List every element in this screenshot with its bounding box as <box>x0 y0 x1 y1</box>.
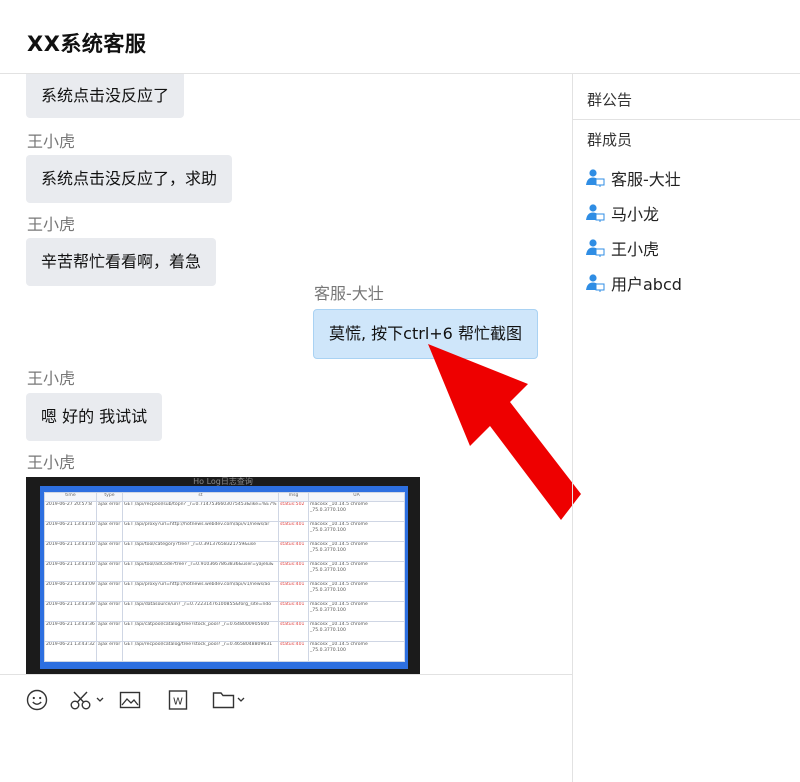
column-header: st <box>122 492 279 502</box>
user-icon <box>586 169 605 187</box>
svg-text:W: W <box>173 697 183 708</box>
log-table-row: 2019-06-21 13:43:36 ajax error GET /api/ca… <box>44 621 405 642</box>
group-members-heading: 群成员 <box>587 131 633 149</box>
log-table-cell: macosx _10.14.5 chrome _75.0.3770.100 <box>308 601 405 622</box>
log-table-cell: status:401 <box>278 581 309 602</box>
log-table-cell: GET /api/tool/category?tree? _r=0.391376… <box>122 541 279 562</box>
message-sender: 王小虎 <box>27 453 76 472</box>
log-table-row: 2019-06-21 13:43:39 ajax error GET /api/da… <box>44 601 405 622</box>
log-table-cell: 2019-06-21 13:43:32 <box>44 641 97 662</box>
log-table-cell: GET /api/proxy?url=http://hotnews.webdev… <box>122 521 279 542</box>
group-sidebar: 群公告 群成员 客服-大壮 马小龙 王小虎 用户abcd <box>572 74 800 782</box>
log-table-cell: status:502 <box>278 501 309 522</box>
log-table-cell: ajax error <box>96 541 123 562</box>
log-table-cell: ajax error <box>96 581 123 602</box>
user-icon <box>586 204 605 222</box>
log-table-cell: 2019-06-27 20:57:8 <box>44 501 97 522</box>
log-table-cell: macosx _10.14.5 chrome _75.0.3770.100 <box>308 621 405 642</box>
log-table-cell: GET /api/recpool/sub/topn? _r=0.71475366… <box>122 501 279 522</box>
column-header: msg <box>278 492 309 502</box>
member-item[interactable]: 王小虎 <box>585 237 659 259</box>
log-table-cell: ajax error <box>96 621 123 642</box>
message-sender: 王小虎 <box>27 132 76 151</box>
column-header: time <box>44 492 97 502</box>
smiley-icon <box>26 689 48 711</box>
log-table-cell: macosx _10.14.5 chrome _75.0.3770.100 <box>308 561 405 582</box>
log-table-cell: macosx _10.14.5 chrome _75.0.3770.100 <box>308 501 405 522</box>
scissors-icon <box>70 691 104 710</box>
log-table-cell: ajax error <box>96 521 123 542</box>
log-table-cell: GET /api/catpool/catalog/tree?stock_pool… <box>122 621 279 642</box>
log-table-cell: status:401 <box>278 621 309 642</box>
log-table-cell: GET /api/proxy?url=http://hotnews.webdev… <box>122 581 279 602</box>
chat-header: XX系统客服 <box>0 0 800 74</box>
log-table-cell: status:401 <box>278 521 309 542</box>
log-table-row: 2019-06-21 13:43:32 ajax error GET /api/re… <box>44 641 405 662</box>
message-bubble: 嗯 好的 我试试 <box>26 393 163 441</box>
input-toolbar: W <box>0 674 572 782</box>
log-table-row: 2019-06-21 13:43:10 ajax error GET /api/to… <box>44 561 405 582</box>
word-file-button[interactable]: W <box>168 687 188 713</box>
divider <box>573 119 800 120</box>
log-table-cell: status:401 <box>278 601 309 622</box>
message-sender-self: 客服-大壮 <box>314 284 384 303</box>
image-button[interactable] <box>119 687 141 713</box>
log-table-cell: macosx _10.14.5 chrome _75.0.3770.100 <box>308 541 405 562</box>
message-sender: 王小虎 <box>27 369 76 388</box>
log-table-row: 2019-06-21 13:43:10 ajax error GET /api/to… <box>44 541 405 562</box>
screenshot-button[interactable] <box>70 687 106 713</box>
log-table-cell: 2019-06-21 13:43:10 <box>44 561 97 582</box>
log-table-cell: status:401 <box>278 541 309 562</box>
screenshot-frame: time type st msg UA 2019-06-27 20:57:8 aj… <box>40 486 408 669</box>
log-table-cell: ajax error <box>96 501 123 522</box>
member-name: 用户abcd <box>611 275 682 294</box>
emoji-button[interactable] <box>26 687 48 713</box>
log-table-cell: macosx _10.14.5 chrome _75.0.3770.100 <box>308 641 405 662</box>
user-icon <box>586 239 605 257</box>
image-icon <box>119 691 141 709</box>
member-name: 马小龙 <box>611 205 660 224</box>
log-table-cell: 2019-06-21 13:43:09 <box>44 581 97 602</box>
member-name: 王小虎 <box>611 240 660 259</box>
word-file-icon: W <box>168 690 188 710</box>
log-table-cell: GET /api/datasource/uri? _r=0.7223147610… <box>122 601 279 622</box>
log-table-cell: 2019-06-21 13:43:10 <box>44 541 97 562</box>
member-item[interactable]: 客服-大壮 <box>585 167 681 189</box>
member-item[interactable]: 用户abcd <box>585 272 682 294</box>
log-table-cell: ajax error <box>96 641 123 662</box>
log-table-cell: ajax error <box>96 601 123 622</box>
log-table: time type st msg UA 2019-06-27 20:57:8 aj… <box>44 492 405 662</box>
screenshot-image[interactable]: Ho Log日志查询 time type st msg UA 2019-06-2… <box>26 477 420 674</box>
log-table-cell: macosx _10.14.5 chrome _75.0.3770.100 <box>308 581 405 602</box>
column-header: type <box>96 492 123 502</box>
log-table-cell: ajax error <box>96 561 123 582</box>
folder-icon <box>212 692 245 709</box>
log-table-cell: 2019-06-21 13:43:10 <box>44 521 97 542</box>
log-table-row: 2019-06-21 13:43:10 ajax error GET /api/pr… <box>44 521 405 542</box>
message-bubble-self: 莫慌, 按下ctrl+6 帮忙截图 <box>313 309 538 359</box>
log-table-row: 2019-06-27 20:57:8 ajax error GET /api/rec… <box>44 501 405 522</box>
member-name: 客服-大壮 <box>611 170 681 189</box>
log-table-cell: status:401 <box>278 561 309 582</box>
log-table-cell: 2019-06-21 13:43:39 <box>44 601 97 622</box>
member-item[interactable]: 马小龙 <box>585 202 659 224</box>
chat-message-area[interactable]: 系统点击没反应了 王小虎 系统点击没反应了，求助 王小虎 辛苦帮忙看看啊，着急 … <box>0 74 572 674</box>
log-table-cell: GET /api/recpool/catalog/tree?stock_pool… <box>122 641 279 662</box>
group-announcement-tab[interactable]: 群公告 <box>587 89 632 110</box>
log-table-row: 2019-06-21 13:43:09 ajax error GET /api/pr… <box>44 581 405 602</box>
log-table-header: time type st msg UA <box>44 492 405 502</box>
column-header: UA <box>308 492 405 502</box>
message-bubble: 系统点击没反应了，求助 <box>26 155 233 203</box>
log-table-cell: 2019-06-21 13:43:36 <box>44 621 97 642</box>
user-icon <box>586 274 605 292</box>
log-table-cell: status:401 <box>278 641 309 662</box>
log-table-cell: macosx _10.14.5 chrome _75.0.3770.100 <box>308 521 405 542</box>
chat-title: XX系统客服 <box>27 32 147 56</box>
message-bubble: 辛苦帮忙看看啊，着急 <box>26 238 217 286</box>
message-bubble: 系统点击没反应了 <box>26 74 185 118</box>
log-table-cell: GET /api/tool/adCode?tree? _r=0.91036678… <box>122 561 279 582</box>
folder-button[interactable] <box>212 687 248 713</box>
message-sender: 王小虎 <box>27 215 76 234</box>
